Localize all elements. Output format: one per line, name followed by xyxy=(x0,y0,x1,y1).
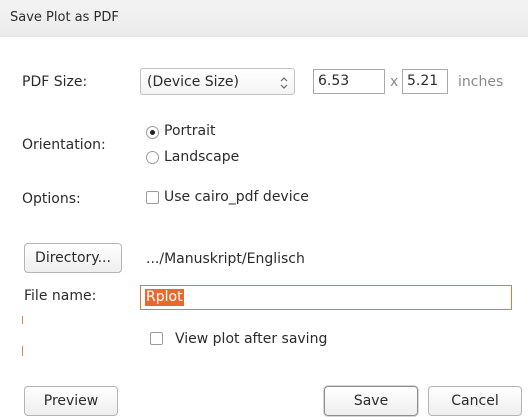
size-separator: x xyxy=(390,74,399,90)
cairo-pdf-label[interactable]: Use cairo_pdf device xyxy=(164,189,309,205)
orientation-label: Orientation: xyxy=(22,137,106,153)
window-title: Save Plot as PDF xyxy=(10,10,119,25)
options-label: Options: xyxy=(22,191,81,207)
cairo-pdf-checkbox[interactable] xyxy=(146,191,159,204)
edge-mark-bottom xyxy=(22,346,23,356)
edge-mark-top xyxy=(22,316,23,324)
landscape-radio[interactable] xyxy=(146,151,159,164)
landscape-label[interactable]: Landscape xyxy=(164,149,239,165)
file-name-selected-text: Rplot xyxy=(145,289,184,306)
file-name-label: File name: xyxy=(24,288,97,304)
view-after-saving-checkbox[interactable] xyxy=(150,332,163,345)
pdf-size-select[interactable]: (Device Size) xyxy=(140,68,295,95)
updown-arrows-icon xyxy=(280,75,288,89)
directory-path: .../Manuskript/Englisch xyxy=(146,251,305,267)
pdf-height-input[interactable]: 5.21 xyxy=(402,69,448,94)
save-button[interactable]: Save xyxy=(324,386,418,416)
cancel-button[interactable]: Cancel xyxy=(428,386,522,416)
pdf-size-selected-value: (Device Size) xyxy=(147,74,239,90)
save-plot-dialog: Save Plot as PDF PDF Size: (Device Size)… xyxy=(0,0,528,417)
preview-button[interactable]: Preview xyxy=(24,386,118,416)
pdf-width-input[interactable]: 6.53 xyxy=(313,69,385,94)
file-name-input[interactable]: Rplot xyxy=(140,285,512,310)
title-bar: Save Plot as PDF xyxy=(0,0,528,37)
portrait-label[interactable]: Portrait xyxy=(164,123,215,139)
directory-button[interactable]: Directory... xyxy=(24,243,122,273)
unit-label: inches xyxy=(458,74,504,90)
pdf-size-label: PDF Size: xyxy=(22,74,88,90)
view-after-saving-label[interactable]: View plot after saving xyxy=(175,331,327,347)
portrait-radio[interactable] xyxy=(146,126,159,139)
